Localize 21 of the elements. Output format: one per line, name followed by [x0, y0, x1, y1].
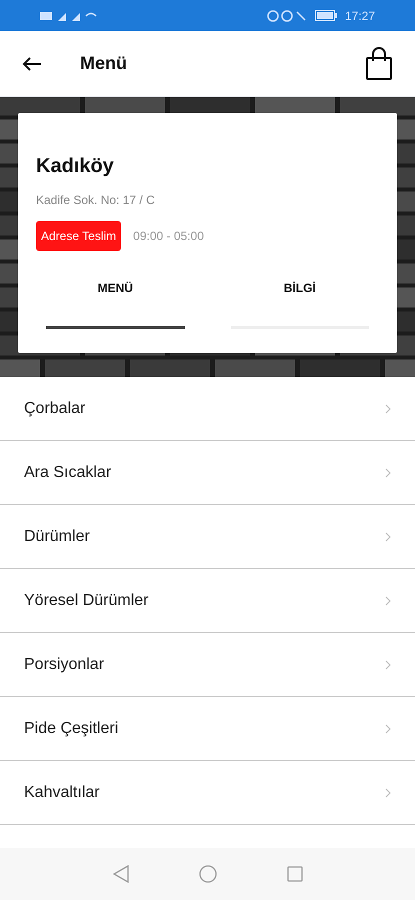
chevron-right-icon	[385, 404, 391, 414]
tab[interactable]: MENÜ	[46, 271, 184, 329]
recent-apps-square-icon[interactable]	[286, 866, 302, 882]
shopping-bag-icon	[365, 46, 393, 80]
restaurant-address: Kadife Sok. No: 17 / C	[36, 192, 156, 209]
back-arrow-icon	[22, 56, 42, 72]
delivery-badge: Adrese Teslim	[36, 221, 122, 251]
tab[interactable]: BİLGİ	[230, 271, 369, 329]
home-circle-icon[interactable]	[198, 865, 216, 883]
back-triangle-icon[interactable]	[112, 865, 128, 883]
chevron-right-icon	[385, 660, 391, 670]
chevron-right-icon	[385, 468, 391, 478]
status-time: 17:27	[344, 8, 375, 24]
opening-hours: 09:00 - 05:00	[133, 228, 204, 245]
chevron-right-icon	[385, 788, 391, 798]
battery-icon	[314, 10, 337, 21]
chevron-right-icon	[385, 724, 391, 734]
chevron-right-icon	[385, 596, 391, 606]
restaurant-name: Kadıköy	[36, 154, 115, 179]
page-title: Menü	[80, 52, 127, 75]
chevron-right-icon	[385, 532, 391, 542]
